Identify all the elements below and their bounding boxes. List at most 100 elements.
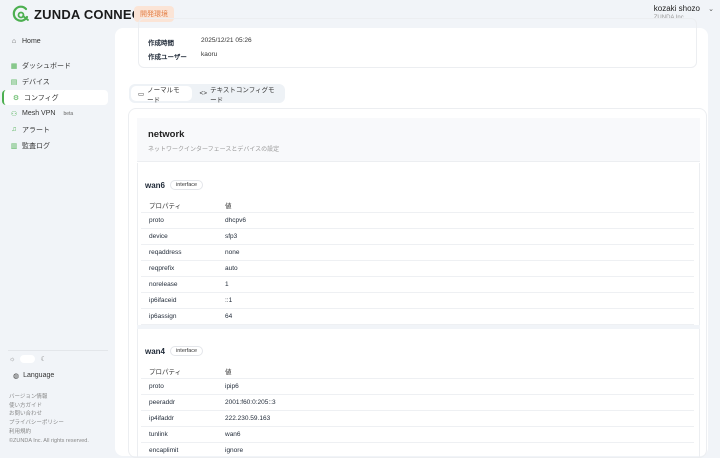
logo-icon: [12, 5, 29, 22]
property-key: proto: [149, 383, 164, 390]
user-name: kozaki shozo: [653, 4, 700, 13]
beta-badge: beta: [63, 110, 74, 117]
created-by-label: 作成ユーザー: [148, 54, 187, 61]
property-value: 64: [225, 313, 233, 320]
sidebar-item-config[interactable]: ⚙ コンフィグ: [2, 90, 108, 105]
bell-icon: ♫: [11, 126, 17, 133]
sidebar-item-audit-log[interactable]: ▥ 監査ログ: [2, 138, 108, 153]
section-header: wan6 interface: [145, 180, 204, 190]
network-icon: ⚇: [10, 110, 18, 118]
mode-tabs: ▭ ノーマルモード <> テキストコンフィグモード: [129, 84, 285, 104]
property-key: norelease: [149, 281, 178, 288]
table-row: ip4ifaddr 222.230.59.163: [141, 411, 694, 427]
table-row: encaplimit ignore: [141, 443, 694, 457]
main-panel: 作成時間 2025/12/21 05:26 作成ユーザー kaoru ▭ ノーマル…: [115, 18, 708, 458]
table-row: tunlink wan6: [141, 427, 694, 443]
table-header: プロパティ 値: [141, 363, 694, 379]
sidebar-item-label: デバイス: [22, 78, 50, 86]
property-key: device: [149, 233, 168, 240]
property-value: sfp3: [225, 233, 238, 240]
section-name: wan4: [145, 346, 166, 356]
sidebar-item-label: ダッシュボード: [22, 62, 71, 70]
table-row: peeraddr 2001:f60:0:205::3: [141, 395, 694, 411]
property-key: ip6ifaceid: [149, 297, 177, 304]
table-row: reqaddress none: [141, 245, 694, 261]
language-label: Language: [23, 372, 55, 379]
property-key: reqaddress: [149, 249, 182, 256]
table-row: reqprefix auto: [141, 261, 694, 277]
property-key: reqprefix: [149, 265, 175, 272]
server-icon: ▤: [10, 78, 18, 86]
property-key: ip4ifaddr: [149, 415, 174, 422]
tab-label: テキストコンフィグモード: [210, 86, 275, 104]
sidebar-item-home[interactable]: ⌂ Home: [2, 34, 108, 49]
link-version[interactable]: バージョン情報: [9, 393, 89, 402]
table-row: proto ipip6: [141, 379, 694, 395]
created-at-label: 作成時間: [148, 40, 174, 47]
property-value: 222.230.59.163: [225, 415, 271, 422]
code-icon: <>: [199, 90, 208, 97]
chevron-down-icon[interactable]: ⌄: [708, 5, 714, 13]
created-by: kaoru: [201, 51, 218, 58]
network-title: network: [148, 129, 185, 140]
property-value: wan6: [225, 431, 241, 438]
network-desc: ネットワークインターフェースとデバイスの設定: [148, 147, 280, 153]
table-row: norelease 1: [141, 277, 694, 293]
sidebar-item-mesh-vpn[interactable]: ⚇ Mesh VPN beta: [2, 106, 108, 121]
property-value: ipip6: [225, 383, 239, 390]
sidebar-item-dashboard[interactable]: ▦ ダッシュボード: [2, 58, 108, 73]
property-key: peeraddr: [149, 399, 176, 406]
clipboard-icon: ▥: [10, 142, 18, 150]
table-row: device sfp3: [141, 229, 694, 245]
info-card: 作成時間 2025/12/21 05:26 作成ユーザー kaoru: [138, 18, 697, 68]
language-button[interactable]: ◍ Language: [13, 372, 54, 380]
sidebar-item-alerts[interactable]: ♫ アラート: [2, 122, 108, 137]
copyright: ©ZUNDA Inc. All rights reserved.: [9, 437, 89, 444]
property-key: proto: [149, 217, 164, 224]
link-guide[interactable]: 使い方ガイド: [9, 402, 89, 411]
sidebar-item-label: Home: [22, 38, 41, 45]
network-header: network ネットワークインターフェースとデバイスの設定: [137, 118, 700, 162]
col-value: 値: [225, 368, 232, 376]
property-value: ::1: [225, 297, 233, 304]
table-header: プロパティ 値: [141, 197, 694, 213]
tab-normal-mode[interactable]: ▭ ノーマルモード: [131, 86, 193, 104]
section-header: wan4 interface: [145, 346, 204, 356]
property-value: none: [225, 249, 240, 256]
property-key: ip6assign: [149, 313, 177, 320]
link-privacy[interactable]: プライバシーポリシー: [9, 419, 89, 428]
section-name: wan6: [145, 180, 166, 190]
col-value: 値: [225, 202, 232, 210]
footer-links: バージョン情報 使い方ガイド お問い合わせ プライバシーポリシー 利用規約 ©Z…: [9, 393, 89, 445]
tab-label: ノーマルモード: [147, 86, 180, 104]
property-value: 1: [225, 281, 229, 288]
table-row: ip6ifaceid::1: [141, 293, 694, 309]
logo[interactable]: ZUNDA CONNECT: [12, 5, 150, 23]
property-key: encaplimit: [149, 447, 179, 454]
home-icon: ⌂: [11, 38, 17, 45]
sun-icon: ☼: [9, 355, 16, 363]
type-badge: interface: [170, 180, 204, 190]
theme-switch[interactable]: [20, 355, 36, 363]
globe-icon: ◍: [13, 373, 20, 380]
property-key: tunlink: [149, 431, 168, 438]
property-value: ignore: [225, 447, 244, 454]
theme-toggle[interactable]: ☼ ☾: [9, 355, 47, 363]
table-row: proto dhcpv6: [141, 213, 694, 229]
property-value: dhcpv6: [225, 217, 246, 224]
sidebar-item-devices[interactable]: ▤ デバイス: [2, 74, 108, 89]
link-terms[interactable]: 利用規約: [9, 428, 89, 437]
config-card: network ネットワークインターフェースとデバイスの設定 wan6 inter…: [128, 108, 707, 458]
sidebar-item-label: Mesh VPN: [22, 110, 56, 117]
section-wan4: wan4 interface プロパティ 値 proto ipip6 peeraddr 200…: [137, 329, 700, 457]
col-property: プロパティ: [149, 202, 182, 210]
created-at: 2025/12/21 05:26: [201, 37, 252, 44]
table-row: ip6assign 64: [141, 309, 694, 325]
sidebar-item-label: アラート: [22, 126, 50, 134]
sidebar-divider: [8, 350, 108, 351]
link-contact[interactable]: お問い合わせ: [9, 410, 89, 419]
tab-text-config-mode[interactable]: <> テキストコンフィグモード: [192, 86, 283, 104]
type-badge: interface: [170, 346, 204, 356]
property-value: auto: [225, 265, 238, 272]
section-wan6: wan6 interface プロパティ 値 proto dhcpv6 device sfp3…: [137, 163, 700, 325]
